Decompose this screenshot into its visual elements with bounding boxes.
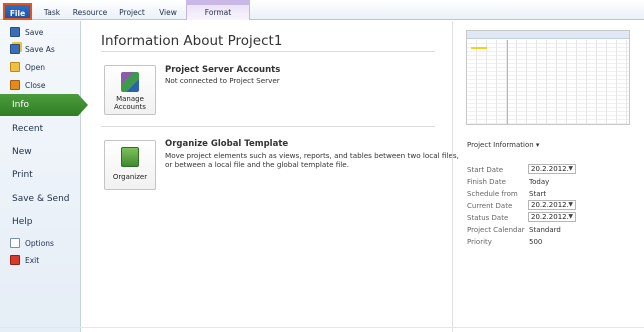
page-title: Information About Project1 (101, 33, 283, 49)
divider (101, 51, 435, 52)
bottom-border (0, 327, 644, 328)
manage-accounts-button[interactable]: Manage Accounts (104, 65, 156, 115)
project-thumbnail (466, 30, 630, 125)
status-date-field[interactable]: 20.2.2012. ▼ (528, 212, 576, 222)
current-date-field[interactable]: 20.2.2012. ▼ (528, 200, 576, 210)
tab-format[interactable]: Format (198, 6, 238, 20)
open-folder-icon (10, 62, 20, 72)
nav-help[interactable]: Help (0, 211, 81, 233)
panel-divider (452, 21, 453, 332)
options-icon (10, 238, 20, 248)
chevron-down-icon: ▼ (568, 201, 573, 208)
section-text-accounts: Not connected to Project Server (165, 76, 280, 85)
status-date-label: Status Date (467, 214, 509, 222)
chevron-down-icon: ▼ (568, 165, 573, 172)
project-calendar-value: Standard (529, 226, 561, 234)
finish-date-label: Finish Date (467, 178, 506, 186)
nav-close[interactable]: Close (10, 77, 45, 93)
organizer-icon (121, 147, 139, 167)
nav-print[interactable]: Print (0, 164, 81, 186)
exit-icon (10, 255, 20, 265)
tab-resource[interactable]: Resource (72, 6, 108, 20)
close-file-icon (10, 80, 20, 90)
nav-exit-label: Exit (25, 255, 40, 265)
tab-project[interactable]: Project (116, 6, 148, 20)
start-date-label: Start Date (467, 166, 504, 174)
section-heading-accounts: Project Server Accounts (165, 65, 281, 75)
priority-label: Priority (467, 238, 492, 246)
start-date-field[interactable]: 20.2.2012. ▼ (528, 164, 576, 174)
status-date-value: 20.2.2012. (531, 213, 569, 221)
section-text-global-line2: or between a local file and the global t… (165, 160, 350, 169)
nav-recent[interactable]: Recent (0, 118, 81, 140)
nav-open[interactable]: Open (10, 59, 45, 75)
current-date-label: Current Date (467, 202, 513, 210)
organizer-label: Organizer (112, 173, 148, 181)
nav-options[interactable]: Options (10, 235, 54, 251)
tab-file[interactable]: File (3, 3, 32, 20)
nav-save[interactable]: Save (10, 24, 43, 40)
nav-new[interactable]: New (0, 141, 81, 163)
project-calendar-label: Project Calendar (467, 226, 525, 234)
manage-accounts-icon (121, 72, 139, 92)
chevron-down-icon: ▼ (568, 213, 573, 220)
nav-save-as-label: Save As (25, 44, 55, 54)
nav-open-label: Open (25, 62, 46, 72)
nav-options-label: Options (25, 238, 54, 248)
tab-task[interactable]: Task (40, 6, 64, 20)
manage-accounts-label-line1: Manage (116, 95, 144, 103)
nav-info[interactable]: Info (0, 94, 88, 116)
schedule-from-value: Start (529, 190, 547, 198)
nav-save-label: Save (25, 27, 44, 37)
priority-value: 500 (529, 238, 543, 246)
start-date-value: 20.2.2012. (531, 165, 569, 173)
finish-date-value: Today (529, 178, 550, 186)
schedule-from-label: Schedule from (467, 190, 518, 198)
nav-exit[interactable]: Exit (10, 252, 39, 268)
nav-save-send[interactable]: Save & Send (0, 188, 81, 210)
divider (101, 126, 435, 127)
nav-save-as[interactable]: Save As (10, 41, 55, 57)
section-heading-global: Organize Global Template (165, 139, 289, 149)
nav-close-label: Close (25, 80, 46, 90)
save-as-icon (10, 44, 20, 54)
save-icon (10, 27, 20, 37)
project-information-dropdown[interactable]: Project Information ▾ (467, 141, 539, 149)
current-date-value: 20.2.2012. (531, 201, 569, 209)
manage-accounts-label-line2: Accounts (114, 103, 146, 111)
tab-view[interactable]: View (156, 6, 180, 20)
organizer-button[interactable]: Organizer (104, 140, 156, 190)
